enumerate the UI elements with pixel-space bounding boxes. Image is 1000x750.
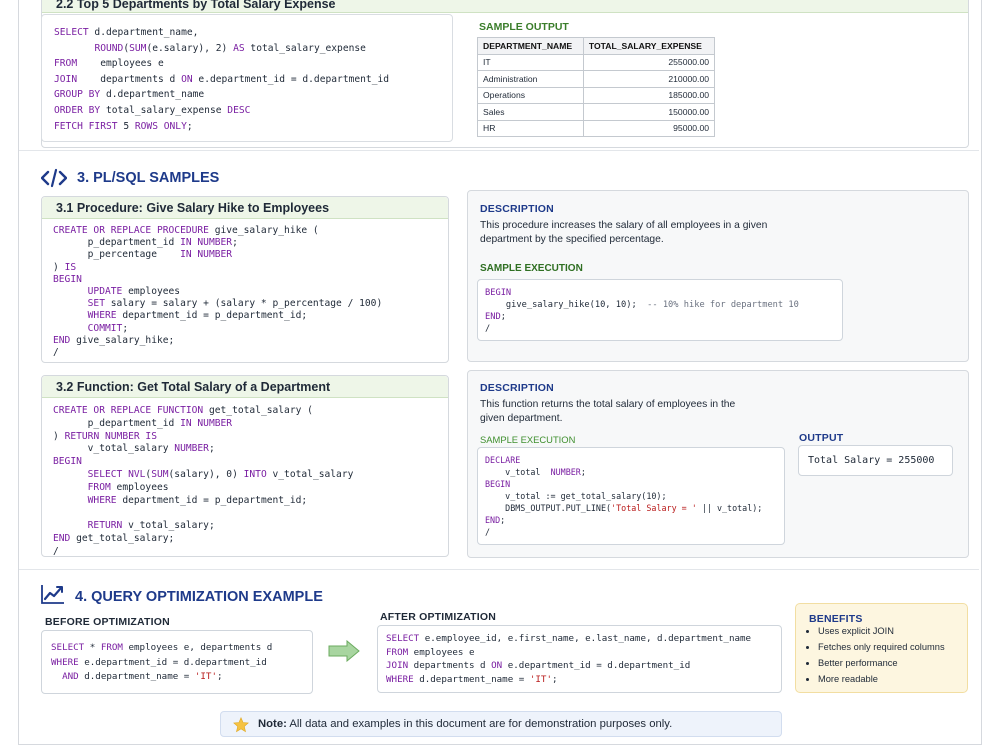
before-code-block: SELECT * FROM employees e, departments d… xyxy=(51,642,273,683)
table-row: Operations 185000.00 xyxy=(477,86,716,104)
note-banner: Note: All data and examples in this docu… xyxy=(220,711,782,737)
section-title-optimization: 4. QUERY OPTIMIZATION EXAMPLE xyxy=(75,589,323,605)
table-cell: 210000.00 xyxy=(582,70,716,88)
sql-code-block: SELECT d.department_name, ROUND(SUM(e.sa… xyxy=(54,27,390,132)
function-title: 3.2 Function: Get Total Salary of a Depa… xyxy=(42,376,448,398)
function-card: 3.2 Function: Get Total Salary of a Depa… xyxy=(41,375,449,557)
list-item: Better performance xyxy=(818,655,978,671)
note-text: All data and examples in this document a… xyxy=(289,718,673,730)
benefits-list: Uses explicit JOIN Fetches only required… xyxy=(792,623,978,687)
column-header: DEPARTMENT_NAME xyxy=(477,37,584,55)
execution-code-card: BEGIN give_salary_hike(10, 10); -- 10% h… xyxy=(477,279,843,341)
execution-code-card: DECLARE v_total NUMBER; BEGIN v_total :=… xyxy=(477,447,785,545)
note-text-line: Note: All data and examples in this docu… xyxy=(258,718,672,730)
code-icon xyxy=(40,168,68,188)
list-item: More readable xyxy=(818,671,978,687)
table-cell: IT xyxy=(477,53,584,71)
table-cell: 150000.00 xyxy=(582,103,716,121)
divider xyxy=(19,150,979,151)
description-text: This procedure increases the salary of a… xyxy=(480,220,768,245)
execution-code-block: DECLARE v_total NUMBER; BEGIN v_total :=… xyxy=(485,455,763,537)
procedure-info-panel: DESCRIPTION This procedure increases the… xyxy=(467,190,969,362)
before-optimization-label: BEFORE OPTIMIZATION xyxy=(45,616,170,628)
table-cell: HR xyxy=(477,119,584,137)
subsection-title-2-2: 2.2 Top 5 Departments by Total Salary Ex… xyxy=(42,0,968,13)
description-label: DESCRIPTION xyxy=(480,203,554,215)
function-code-block: CREATE OR REPLACE FUNCTION get_total_sal… xyxy=(53,405,354,557)
table-cell: Sales xyxy=(477,103,584,121)
table-header-row: DEPARTMENT_NAME TOTAL_SALARY_EXPENSE xyxy=(477,37,716,55)
table-row: HR 95000.00 xyxy=(477,119,716,137)
description-text: This function returns the total salary o… xyxy=(480,399,736,424)
note-label: Note: xyxy=(258,718,287,730)
list-item: Fetches only required columns xyxy=(818,639,978,655)
output-card: Total Salary = 255000 xyxy=(798,445,953,476)
table-cell: Operations xyxy=(477,86,584,104)
section-title-plsql: 3. PL/SQL SAMPLES xyxy=(77,170,220,186)
sample-output-label: SAMPLE OUTPUT xyxy=(479,21,569,33)
after-code-card: SELECT e.employee_id, e.first_name, e.la… xyxy=(377,625,782,693)
table-row: IT 255000.00 xyxy=(477,53,716,71)
trend-chart-icon xyxy=(41,584,65,604)
sample-execution-label: SAMPLE EXECUTION xyxy=(480,434,576,445)
query-code-2-2: SELECT d.department_name, ROUND(SUM(e.sa… xyxy=(41,14,453,142)
divider xyxy=(19,569,979,570)
column-header: TOTAL_SALARY_EXPENSE xyxy=(582,37,716,55)
table-row: Sales 150000.00 xyxy=(477,103,716,121)
document-page: 2.2 Top 5 Departments by Total Salary Ex… xyxy=(18,0,982,745)
benefits-panel: BENEFITS Uses explicit JOIN Fetches only… xyxy=(795,603,968,693)
table-row: Administration 210000.00 xyxy=(477,70,716,88)
sample-output-table: DEPARTMENT_NAME TOTAL_SALARY_EXPENSE IT 2… xyxy=(477,37,716,137)
output-label: OUTPUT xyxy=(799,432,844,444)
before-code-card: SELECT * FROM employees e, departments d… xyxy=(41,630,313,694)
after-code-block: SELECT e.employee_id, e.first_name, e.la… xyxy=(386,633,752,686)
table-cell: 185000.00 xyxy=(582,86,716,104)
list-item: Uses explicit JOIN xyxy=(818,623,978,639)
table-cell: 95000.00 xyxy=(582,119,716,137)
sample-execution-label: SAMPLE EXECUTION xyxy=(480,263,583,274)
procedure-title: 3.1 Procedure: Give Salary Hike to Emplo… xyxy=(42,197,448,219)
procedure-code-block: CREATE OR REPLACE PROCEDURE give_salary_… xyxy=(53,225,383,359)
table-cell: Administration xyxy=(477,70,584,88)
output-value: Total Salary = 255000 xyxy=(808,455,935,466)
execution-code-block: BEGIN give_salary_hike(10, 10); -- 10% h… xyxy=(485,288,799,334)
after-optimization-label: AFTER OPTIMIZATION xyxy=(380,611,496,623)
arrow-right-icon xyxy=(327,639,361,663)
function-info-panel: DESCRIPTION This function returns the to… xyxy=(467,370,969,558)
table-cell: 255000.00 xyxy=(582,53,716,71)
star-icon xyxy=(233,717,249,733)
description-label: DESCRIPTION xyxy=(480,382,554,394)
procedure-card: 3.1 Procedure: Give Salary Hike to Emplo… xyxy=(41,196,449,363)
